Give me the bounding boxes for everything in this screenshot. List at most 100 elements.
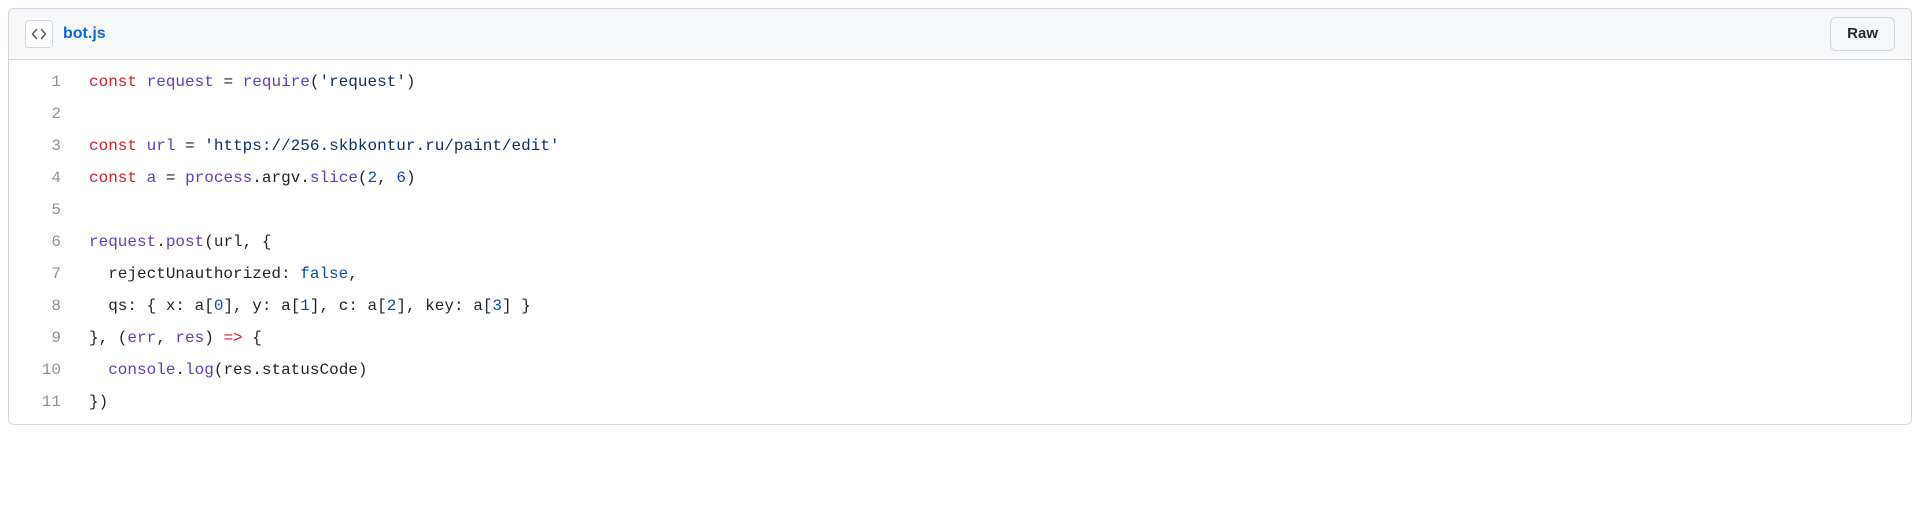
code-content[interactable]: rejectUnauthorized: false,: [81, 258, 1911, 290]
line-number[interactable]: 9: [9, 322, 81, 354]
line-number[interactable]: 4: [9, 162, 81, 194]
token: =: [223, 73, 233, 91]
token: res: [223, 361, 252, 379]
token: [137, 169, 147, 187]
token: url: [214, 233, 243, 251]
token: 1: [300, 297, 310, 315]
token: ],: [396, 297, 425, 315]
token: :: [262, 297, 281, 315]
token: ,: [377, 169, 396, 187]
line-number[interactable]: 3: [9, 130, 81, 162]
token: ): [204, 329, 223, 347]
line-number[interactable]: 7: [9, 258, 81, 290]
code-content[interactable]: console.log(res.statusCode): [81, 354, 1911, 386]
token: : {: [127, 297, 165, 315]
token: (: [204, 233, 214, 251]
code-body: 1const request = require('request')2 3co…: [9, 60, 1911, 424]
token: err: [127, 329, 156, 347]
code-icon: [25, 20, 53, 48]
code-line: 8 qs: { x: a[0], y: a[1], c: a[2], key: …: [9, 290, 1911, 322]
token: [214, 73, 224, 91]
token: [175, 137, 185, 155]
token: ],: [223, 297, 252, 315]
token: [156, 169, 166, 187]
token: ,: [156, 329, 175, 347]
token: 2: [368, 169, 378, 187]
token: :: [348, 297, 367, 315]
token: console: [108, 361, 175, 379]
token: ): [358, 361, 368, 379]
code-line: 7 rejectUnauthorized: false,: [9, 258, 1911, 290]
code-content[interactable]: [81, 98, 1911, 130]
token: log: [185, 361, 214, 379]
token: [: [483, 297, 493, 315]
code-content[interactable]: [81, 194, 1911, 226]
code-content[interactable]: }): [81, 386, 1911, 418]
token: 0: [214, 297, 224, 315]
code-line: 11}): [9, 386, 1911, 418]
token: rejectUnauthorized: [108, 265, 281, 283]
code-content[interactable]: const request = require('request'): [81, 66, 1911, 98]
token: a: [147, 169, 157, 187]
token: res: [175, 329, 204, 347]
token: [: [291, 297, 301, 315]
code-line: 10 console.log(res.statusCode): [9, 354, 1911, 386]
line-number[interactable]: 10: [9, 354, 81, 386]
token: false: [300, 265, 348, 283]
token: key: [425, 297, 454, 315]
token: slice: [310, 169, 358, 187]
token: .: [252, 361, 262, 379]
token: ,: [348, 265, 358, 283]
code-line: 4const a = process.argv.slice(2, 6): [9, 162, 1911, 194]
line-number[interactable]: 1: [9, 66, 81, 98]
token: =>: [223, 329, 242, 347]
token: post: [166, 233, 204, 251]
token: .: [252, 169, 262, 187]
token: process: [185, 169, 252, 187]
token: :: [175, 297, 194, 315]
token: .: [156, 233, 166, 251]
token: ] }: [502, 297, 531, 315]
filename-link[interactable]: bot.js: [63, 25, 106, 43]
token: [: [204, 297, 214, 315]
token: 3: [492, 297, 502, 315]
line-number[interactable]: 8: [9, 290, 81, 322]
line-number[interactable]: 11: [9, 386, 81, 418]
line-number[interactable]: 2: [9, 98, 81, 130]
token: [233, 73, 243, 91]
token: y: [252, 297, 262, 315]
token: a: [281, 297, 291, 315]
token: =: [166, 169, 176, 187]
token: }): [89, 393, 108, 411]
token: .: [300, 169, 310, 187]
file-header-left: bot.js: [25, 20, 106, 48]
code-content[interactable]: const url = 'https://256.skbkontur.ru/pa…: [81, 130, 1911, 162]
token: , {: [243, 233, 272, 251]
token: ],: [310, 297, 339, 315]
token: 2: [387, 297, 397, 315]
token: 'https://256.skbkontur.ru/paint/edit': [204, 137, 559, 155]
token: ): [406, 73, 416, 91]
token: :: [281, 265, 300, 283]
token: a: [473, 297, 483, 315]
token: [89, 361, 108, 379]
code-content[interactable]: const a = process.argv.slice(2, 6): [81, 162, 1911, 194]
token: ): [406, 169, 416, 187]
line-number[interactable]: 5: [9, 194, 81, 226]
token: request: [147, 73, 214, 91]
token: [137, 73, 147, 91]
code-content[interactable]: qs: { x: a[0], y: a[1], c: a[2], key: a[…: [81, 290, 1911, 322]
code-content[interactable]: }, (err, res) => {: [81, 322, 1911, 354]
code-line: 6request.post(url, {: [9, 226, 1911, 258]
line-number[interactable]: 6: [9, 226, 81, 258]
code-content[interactable]: request.post(url, {: [81, 226, 1911, 258]
code-line: 3const url = 'https://256.skbkontur.ru/p…: [9, 130, 1911, 162]
token: :: [454, 297, 473, 315]
raw-button[interactable]: Raw: [1830, 17, 1895, 51]
token: request: [89, 233, 156, 251]
token: 'request': [320, 73, 406, 91]
token: {: [243, 329, 262, 347]
code-line: 2: [9, 98, 1911, 130]
token: const: [89, 169, 137, 187]
token: (: [358, 169, 368, 187]
